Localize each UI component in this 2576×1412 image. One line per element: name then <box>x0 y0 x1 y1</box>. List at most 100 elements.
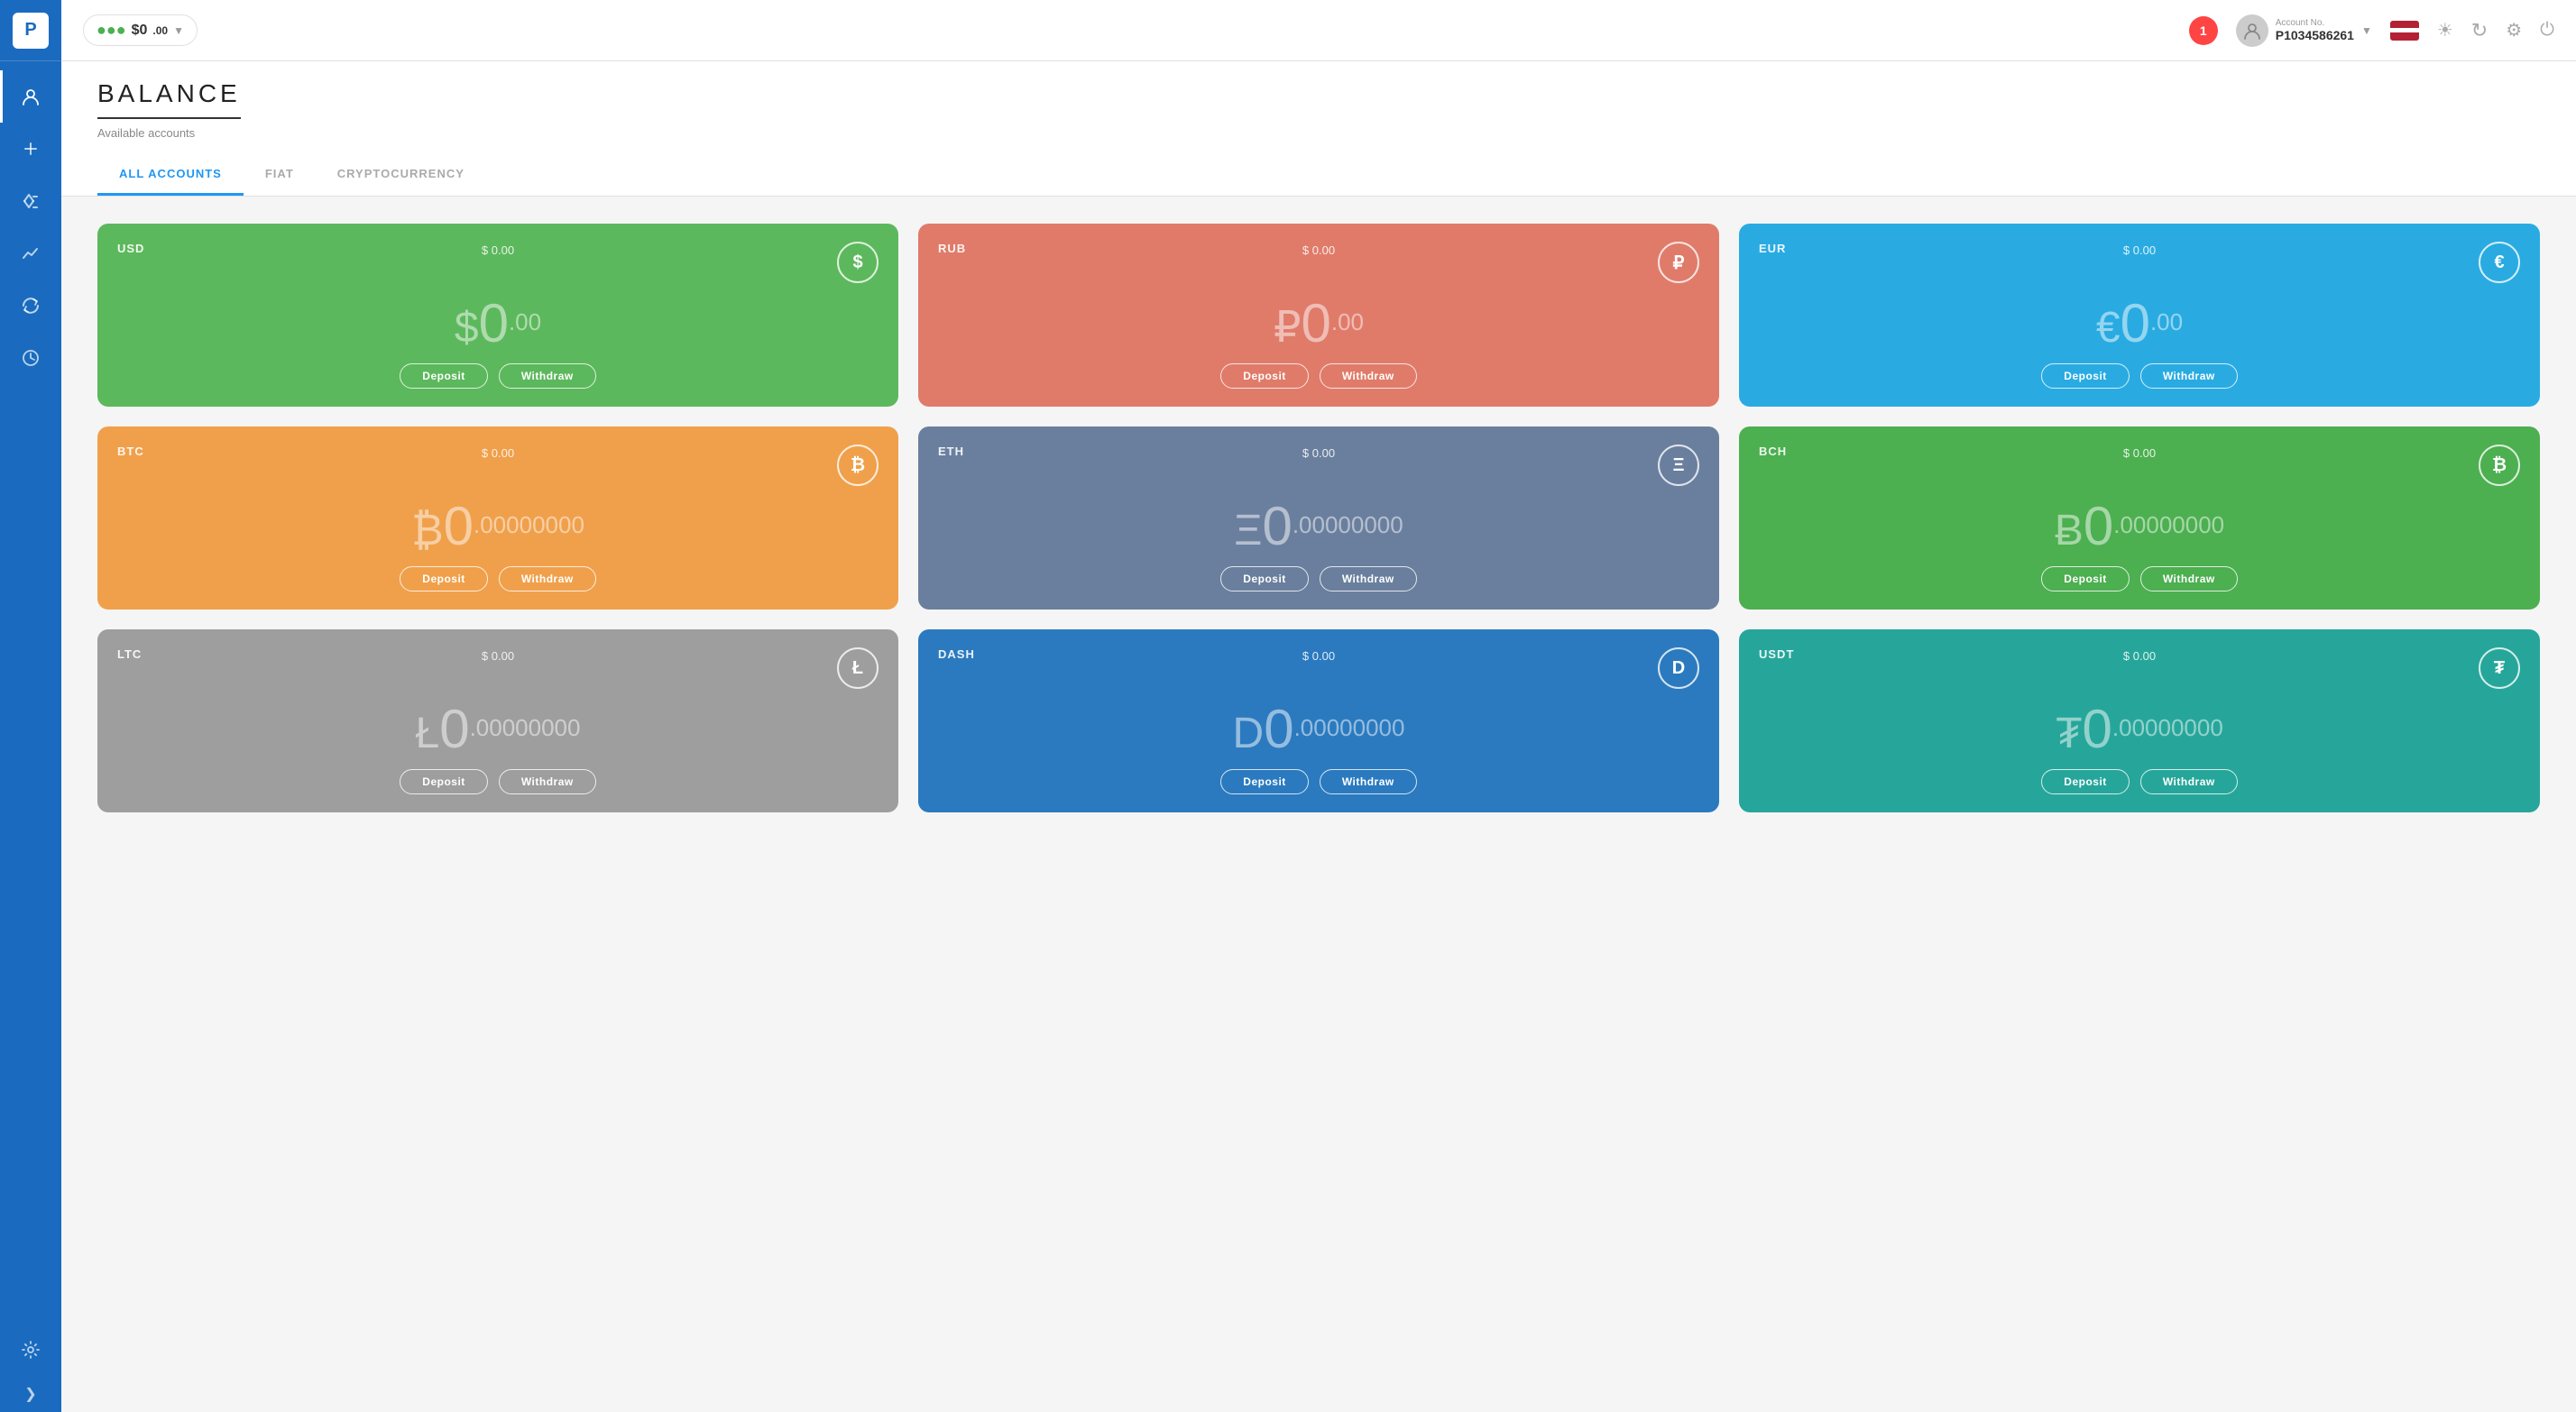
withdraw-button-btc[interactable]: Withdraw <box>499 566 596 591</box>
card-int-dash: 0 <box>1264 698 1293 760</box>
card-code-btc: BTC <box>117 445 144 458</box>
card-usdt: USDT $ 0.00 ₮ ₮ 0 .00000000 Deposit With… <box>1739 629 2540 812</box>
account-caret-icon: ▼ <box>2361 24 2372 37</box>
card-actions-usdt: Deposit Withdraw <box>1759 769 2520 794</box>
sidebar-nav: ❯ <box>0 61 61 1412</box>
card-symbol-usdt: ₮ <box>2056 709 2082 758</box>
card-int-ltc: 0 <box>439 698 469 760</box>
card-code-bch: BCH <box>1759 445 1787 458</box>
card-symbol-bch: Ƀ <box>2055 506 2084 555</box>
sidebar-item-history[interactable] <box>0 332 61 384</box>
card-dec-usd: .00 <box>509 308 541 336</box>
deposit-button-eth[interactable]: Deposit <box>1220 566 1309 591</box>
balance-dots-icon: ●●● <box>97 21 126 40</box>
card-dec-dash: .00000000 <box>1294 714 1405 742</box>
card-bch: BCH $ 0.00 ₿ Ƀ 0 .00000000 Deposit Withd… <box>1739 426 2540 610</box>
refresh-icon[interactable]: ↻ <box>2471 19 2488 42</box>
card-usd-btc: $ 0.00 <box>482 446 514 460</box>
sidebar-item-refresh[interactable] <box>0 280 61 332</box>
tab-fiat[interactable]: FIAT <box>244 154 316 196</box>
card-actions-usd: Deposit Withdraw <box>117 363 879 389</box>
tabs-bar: ALL ACCOUNTS FIAT CRYPTOCURRENCY <box>61 154 2576 197</box>
card-icon-usdt: ₮ <box>2479 647 2520 689</box>
notification-badge[interactable]: 1 <box>2189 16 2218 45</box>
deposit-button-usd[interactable]: Deposit <box>400 363 488 389</box>
card-header-eur: EUR $ 0.00 € <box>1759 242 2520 283</box>
card-icon-bch: ₿ <box>2479 445 2520 486</box>
card-header-eth: ETH $ 0.00 Ξ <box>938 445 1699 486</box>
card-dash: DASH $ 0.00 D D 0 .00000000 Deposit With… <box>918 629 1719 812</box>
brightness-icon[interactable]: ☀ <box>2437 19 2453 41</box>
flag-us-icon[interactable] <box>2390 21 2419 41</box>
withdraw-button-usdt[interactable]: Withdraw <box>2140 769 2238 794</box>
card-amount-eur: € 0 .00 <box>1759 292 2520 354</box>
deposit-button-rub[interactable]: Deposit <box>1220 363 1309 389</box>
sidebar-item-add[interactable] <box>0 123 61 175</box>
card-btc: BTC $ 0.00 ₿ ₿ 0 .00000000 Deposit Withd… <box>97 426 898 610</box>
card-code-eth: ETH <box>938 445 964 458</box>
gear-icon[interactable]: ⚙ <box>2506 19 2522 41</box>
sidebar-expand-button[interactable]: ❯ <box>0 1376 61 1412</box>
avatar <box>2236 14 2268 47</box>
card-actions-rub: Deposit Withdraw <box>938 363 1699 389</box>
card-header-bch: BCH $ 0.00 ₿ <box>1759 445 2520 486</box>
tab-all-accounts[interactable]: ALL ACCOUNTS <box>97 154 244 196</box>
deposit-button-ltc[interactable]: Deposit <box>400 769 488 794</box>
sidebar-item-profile[interactable] <box>0 70 61 123</box>
withdraw-button-dash[interactable]: Withdraw <box>1320 769 1417 794</box>
settings-icon <box>21 1340 41 1360</box>
card-symbol-btc: ₿ <box>411 506 444 555</box>
deposit-button-btc[interactable]: Deposit <box>400 566 488 591</box>
card-int-eth: 0 <box>1262 495 1292 557</box>
main-wrapper: ●●● $0.00 ▼ 1 Account No. P1034586261 ▼ <box>61 0 2576 1412</box>
card-usd-eur: $ 0.00 <box>2123 243 2156 257</box>
account-text: Account No. P1034586261 <box>2276 18 2354 42</box>
deposit-button-usdt[interactable]: Deposit <box>2041 769 2130 794</box>
card-header-usd: USD $ 0.00 $ <box>117 242 879 283</box>
add-icon <box>21 139 41 159</box>
card-icon-rub: ₽ <box>1658 242 1699 283</box>
power-icon[interactable]: ⏻ <box>2540 20 2554 41</box>
notification-count: 1 <box>2189 16 2218 45</box>
card-symbol-usd: $ <box>455 303 479 353</box>
content-inner: USD $ 0.00 $ $ 0 .00 Deposit Withdraw RU… <box>97 197 2540 839</box>
card-int-eur: 0 <box>2121 292 2150 354</box>
withdraw-button-rub[interactable]: Withdraw <box>1320 363 1417 389</box>
withdraw-button-eur[interactable]: Withdraw <box>2140 363 2238 389</box>
tab-cryptocurrency[interactable]: CRYPTOCURRENCY <box>316 154 486 196</box>
card-amount-usd: $ 0 .00 <box>117 292 879 354</box>
card-symbol-dash: D <box>1233 709 1265 758</box>
card-icon-btc: ₿ <box>837 445 879 486</box>
deposit-button-dash[interactable]: Deposit <box>1220 769 1309 794</box>
card-dec-eth: .00000000 <box>1293 511 1403 539</box>
card-symbol-eth: Ξ <box>1234 506 1262 555</box>
card-header-rub: RUB $ 0.00 ₽ <box>938 242 1699 283</box>
card-usd-usd: $ 0.00 <box>482 243 514 257</box>
card-code-rub: RUB <box>938 242 966 255</box>
card-usd-ltc: $ 0.00 <box>482 649 514 663</box>
balance-button[interactable]: ●●● $0.00 ▼ <box>83 14 198 46</box>
card-actions-ltc: Deposit Withdraw <box>117 769 879 794</box>
account-info[interactable]: Account No. P1034586261 ▼ <box>2236 14 2372 47</box>
card-header-dash: DASH $ 0.00 D <box>938 647 1699 689</box>
withdraw-button-ltc[interactable]: Withdraw <box>499 769 596 794</box>
sidebar-item-trade[interactable] <box>0 175 61 227</box>
card-amount-eth: Ξ 0 .00000000 <box>938 495 1699 557</box>
card-actions-dash: Deposit Withdraw <box>938 769 1699 794</box>
card-code-usd: USD <box>117 242 144 255</box>
card-int-rub: 0 <box>1302 292 1331 354</box>
card-dec-btc: .00000000 <box>474 511 584 539</box>
deposit-button-bch[interactable]: Deposit <box>2041 566 2130 591</box>
topbar-right: 1 Account No. P1034586261 ▼ ☀ ↻ ⚙ ⏻ <box>2189 14 2554 47</box>
sidebar-item-analytics[interactable] <box>0 227 61 280</box>
card-code-ltc: LTC <box>117 647 142 661</box>
withdraw-button-usd[interactable]: Withdraw <box>499 363 596 389</box>
topbar: ●●● $0.00 ▼ 1 Account No. P1034586261 ▼ <box>61 0 2576 61</box>
deposit-button-eur[interactable]: Deposit <box>2041 363 2130 389</box>
sidebar-logo[interactable]: P <box>0 0 61 61</box>
card-rub: RUB $ 0.00 ₽ ₽ 0 .00 Deposit Withdraw <box>918 224 1719 407</box>
sidebar-item-settings[interactable] <box>0 1324 61 1376</box>
withdraw-button-eth[interactable]: Withdraw <box>1320 566 1417 591</box>
trade-icon <box>21 191 41 211</box>
withdraw-button-bch[interactable]: Withdraw <box>2140 566 2238 591</box>
